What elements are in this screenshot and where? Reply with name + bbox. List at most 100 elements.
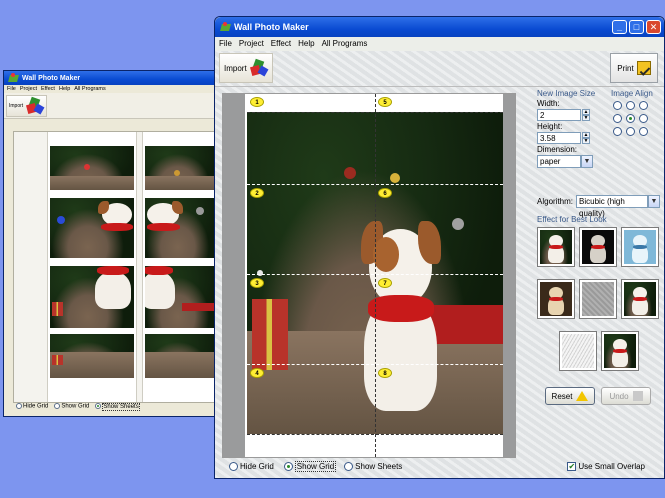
use-small-overlap-option[interactable]: ✔ Use Small Overlap	[567, 462, 645, 471]
ornament-silver	[451, 218, 464, 231]
show-sheets-option[interactable]: Show Sheets	[344, 462, 402, 471]
undo-button[interactable]: Undo	[601, 387, 651, 405]
show-grid-radio[interactable]	[283, 462, 293, 471]
effect-blue-thumb[interactable]	[621, 227, 659, 267]
sheet-number-badge: 5	[378, 97, 392, 107]
align-middle-left-radio[interactable]	[613, 114, 622, 123]
app-icon	[8, 72, 19, 84]
back-menu-effect[interactable]: Effect	[41, 86, 55, 92]
back-preview-canvas[interactable]	[13, 131, 219, 403]
app-icon	[220, 21, 231, 33]
algorithm-row: Algorithm: Bicubic (high quality) ▼	[537, 195, 663, 218]
effect-emboss-thumb[interactable]	[579, 279, 617, 319]
back-sheet-4	[50, 334, 134, 378]
print-button[interactable]: Print	[610, 53, 658, 83]
back-menu-bar: File Project Effect Help All Programs	[4, 85, 216, 93]
width-input[interactable]: 2	[537, 109, 581, 121]
sheet-number-badge: 4	[250, 368, 264, 378]
back-sheet-1	[50, 146, 134, 190]
chevron-down-icon[interactable]: ▼	[648, 195, 661, 208]
effect-vivid-thumb[interactable]	[601, 331, 639, 371]
import-button[interactable]: Import	[219, 53, 273, 83]
close-button[interactable]: ✕	[646, 20, 661, 34]
back-sheet-3	[50, 266, 134, 328]
back-show-grid-option[interactable]: Show Grid	[54, 403, 89, 410]
left-margin	[223, 94, 245, 457]
back-title-bar[interactable]: Wall Photo Maker	[4, 71, 216, 85]
ornament-gold	[390, 173, 401, 184]
back-hide-grid-radio[interactable]	[16, 403, 22, 409]
sheet-number-badge: 3	[250, 278, 264, 288]
chevron-down-icon[interactable]: ▼	[581, 155, 593, 168]
menu-file[interactable]: File	[219, 39, 232, 49]
photo-canvas[interactable]: 1 5 2 6 3 7 4 8	[222, 93, 516, 458]
back-menu-help[interactable]: Help	[59, 86, 70, 92]
algorithm-select[interactable]: Bicubic (high quality) ▼	[576, 195, 661, 218]
effect-warm-thumb[interactable]	[537, 279, 575, 319]
hide-grid-option[interactable]: Hide Grid	[229, 462, 274, 471]
main-window[interactable]: Wall Photo Maker _ □ ✕ File Project Effe…	[214, 16, 665, 479]
menu-effect[interactable]: Effect	[271, 39, 291, 49]
dimension-label: Dimension:	[537, 145, 578, 154]
main-title-bar[interactable]: Wall Photo Maker _ □ ✕	[215, 17, 664, 37]
show-sheets-radio[interactable]	[344, 462, 354, 471]
show-sheets-label: Show Sheets	[355, 462, 403, 471]
menu-all-programs[interactable]: All Programs	[322, 39, 368, 49]
menu-help[interactable]: Help	[298, 39, 314, 49]
align-top-right-radio[interactable]	[639, 101, 648, 110]
back-menu-file[interactable]: File	[7, 86, 16, 92]
sheet-number-badge: 8	[378, 368, 392, 378]
photo-area[interactable]: 1 5 2 6 3 7 4 8	[247, 94, 503, 457]
settings-panel: New Image Size Width: 2 ▲ ▼ Height: 3.58 …	[537, 89, 663, 405]
align-top-left-radio[interactable]	[613, 101, 622, 110]
main-toolbar: Import Print	[215, 51, 664, 87]
puppy	[357, 221, 444, 414]
width-down-arrow-icon[interactable]: ▼	[582, 115, 590, 121]
align-center-radio[interactable]	[626, 114, 635, 123]
effect-sepia-thumb[interactable]	[621, 279, 659, 319]
height-down-arrow-icon[interactable]: ▼	[582, 138, 590, 144]
back-window[interactable]: Wall Photo Maker File Project Effect Hel…	[3, 70, 219, 417]
effect-normal-thumb[interactable]	[537, 227, 575, 267]
photo-gift	[252, 298, 288, 370]
back-show-sheets-option[interactable]: Show Sheets	[95, 402, 140, 411]
use-small-overlap-checkbox[interactable]: ✔	[567, 462, 577, 471]
show-grid-option[interactable]: Show Grid	[283, 461, 337, 472]
back-sheet-column-2	[142, 132, 219, 402]
back-hide-grid-option[interactable]: Hide Grid	[16, 403, 48, 410]
back-show-grid-radio[interactable]	[54, 403, 61, 409]
effect-sketch-thumb[interactable]	[559, 331, 597, 371]
back-import-button[interactable]: Import	[6, 94, 48, 117]
main-footer: Hide Grid Show Grid Show Sheets ✔ Use Sma…	[229, 461, 659, 472]
main-window-title: Wall Photo Maker	[234, 22, 309, 32]
back-window-title: Wall Photo Maker	[22, 74, 81, 82]
sheet-number-badge: 7	[378, 278, 392, 288]
maximize-button[interactable]: □	[629, 20, 644, 34]
sheet-number-badge: 2	[250, 188, 264, 198]
algorithm-label: Algorithm:	[537, 197, 574, 206]
use-small-overlap-label: Use Small Overlap	[578, 462, 645, 471]
align-bottom-center-radio[interactable]	[626, 127, 635, 136]
back-sheet-8	[145, 334, 218, 378]
height-input[interactable]: 3.58	[537, 132, 581, 144]
effect-title: Effect for Best Look	[537, 215, 607, 224]
back-sheet-7	[145, 266, 218, 328]
algorithm-value: Bicubic (high quality)	[576, 195, 649, 218]
sheet-number-badge: 6	[378, 188, 392, 198]
effect-dark-thumb[interactable]	[579, 227, 617, 267]
minimize-button[interactable]: _	[612, 20, 627, 34]
back-menu-project[interactable]: Project	[20, 86, 37, 92]
align-middle-right-radio[interactable]	[639, 114, 648, 123]
align-bottom-right-radio[interactable]	[639, 127, 648, 136]
dimension-select[interactable]: paper ▼	[537, 155, 663, 168]
back-show-sheets-radio[interactable]	[95, 403, 102, 409]
hide-grid-label: Hide Grid	[240, 462, 274, 471]
hide-grid-radio[interactable]	[229, 462, 238, 471]
reset-button[interactable]: Reset	[545, 387, 595, 405]
menu-project[interactable]: Project	[239, 39, 264, 49]
back-footer: Hide Grid Show Grid Show Sheets	[16, 402, 140, 411]
back-menu-all-programs[interactable]: All Programs	[74, 86, 105, 92]
back-import-label: Import	[9, 102, 24, 109]
align-top-center-radio[interactable]	[626, 101, 635, 110]
align-bottom-left-radio[interactable]	[613, 127, 622, 136]
